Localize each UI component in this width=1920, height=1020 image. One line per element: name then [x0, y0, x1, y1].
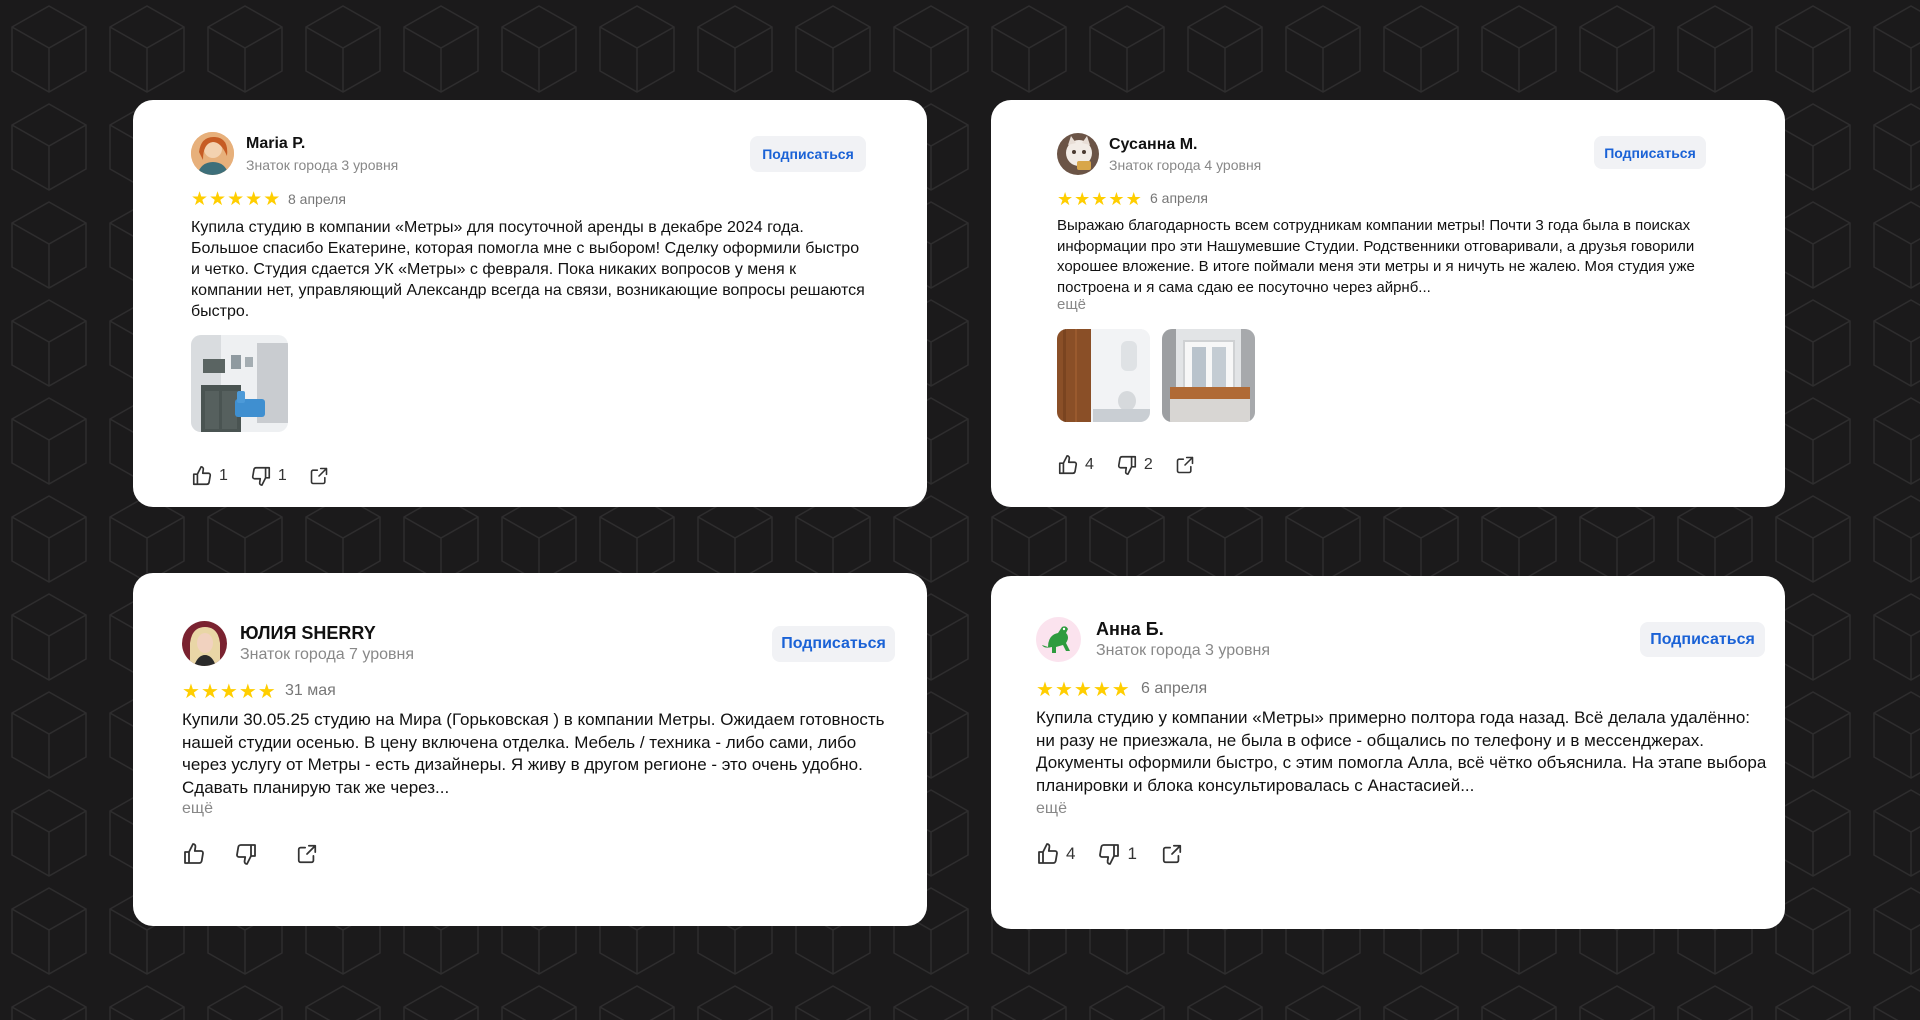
author-level: Знаток города 7 уровня	[240, 646, 415, 663]
star-icon: ★	[1108, 189, 1125, 209]
dislike-button[interactable]: 2	[1116, 454, 1153, 476]
author-level: Знаток города 3 уровня	[1096, 642, 1271, 659]
thumbs-down-icon	[1097, 842, 1121, 866]
dislike-count: 2	[1143, 456, 1153, 473]
like-button[interactable]: 4	[1057, 454, 1094, 476]
subscribe-button[interactable]: Подписаться	[772, 626, 895, 662]
star-icon: ★	[1092, 679, 1111, 701]
rating-stars: ★ ★ ★ ★ ★	[182, 682, 276, 702]
avatar[interactable]	[1036, 617, 1081, 662]
share-icon	[1175, 455, 1195, 475]
star-icon: ★	[238, 681, 257, 703]
review-date: 6 апреля	[1150, 190, 1208, 206]
star-icon: ★	[1073, 679, 1092, 701]
rating-stars: ★ ★ ★ ★ ★	[1057, 190, 1142, 208]
thumbs-down-icon	[1116, 454, 1138, 476]
thumbs-down-icon	[234, 842, 258, 866]
review-actions: 4 1	[1036, 842, 1183, 866]
star-icon: ★	[1057, 189, 1074, 209]
star-icon: ★	[1036, 679, 1054, 701]
review-text: Купила студию в компании «Метры» для пос…	[191, 219, 865, 320]
like-button[interactable]: 1	[191, 465, 228, 487]
review-actions: 4 2	[1057, 454, 1195, 476]
star-icon: ★	[182, 681, 200, 703]
review-text: Купила студию у компании «Метры» примерн…	[1036, 708, 1767, 795]
author-level: Знаток города 3 уровня	[246, 157, 399, 173]
dislike-count: 1	[277, 467, 287, 484]
dislike-button[interactable]	[234, 842, 264, 866]
rating-stars: ★ ★ ★ ★ ★	[191, 190, 280, 209]
review-text: Выражаю благодарность всем сотрудникам к…	[1057, 217, 1695, 296]
review-card: ЮЛИЯ SHERRY Знаток города 7 уровня Подпи…	[133, 573, 927, 926]
share-button[interactable]	[296, 843, 318, 865]
share-button[interactable]	[309, 466, 329, 486]
subscribe-button[interactable]: Подписаться	[750, 136, 866, 172]
star-icon: ★	[1054, 679, 1073, 701]
star-icon: ★	[1125, 189, 1142, 209]
author-name[interactable]: Анна Б.	[1096, 619, 1164, 640]
star-icon: ★	[209, 189, 227, 210]
bathroom-photo[interactable]	[1057, 329, 1150, 422]
review-card: Maria P. Знаток города 3 уровня Подписат…	[133, 100, 927, 507]
like-count: 1	[219, 467, 228, 484]
review-actions: 1 1	[191, 465, 329, 487]
subscribe-button[interactable]: Подписаться	[1640, 622, 1765, 657]
share-icon	[296, 843, 318, 865]
avatar[interactable]	[191, 132, 234, 175]
thumbs-up-icon	[1036, 842, 1060, 866]
star-icon: ★	[1111, 679, 1130, 701]
star-icon: ★	[200, 681, 219, 703]
more-link[interactable]: ещё	[1057, 296, 1086, 313]
share-icon	[1161, 843, 1183, 865]
star-icon: ★	[227, 189, 245, 210]
avatar[interactable]	[1057, 133, 1099, 175]
review-date: 6 апреля	[1141, 680, 1208, 697]
more-link[interactable]: ещё	[1036, 800, 1067, 818]
author-name[interactable]: Maria P.	[246, 135, 305, 153]
star-icon: ★	[219, 681, 238, 703]
rating-stars: ★ ★ ★ ★ ★	[1036, 680, 1130, 700]
like-count: 4	[1066, 844, 1076, 863]
author-level: Знаток города 4 уровня	[1109, 157, 1262, 173]
star-icon: ★	[1091, 189, 1108, 209]
star-icon: ★	[263, 189, 281, 210]
star-icon: ★	[191, 189, 209, 210]
author-name[interactable]: ЮЛИЯ SHERRY	[240, 623, 376, 644]
star-icon: ★	[245, 189, 263, 210]
more-link[interactable]: ещё	[182, 800, 213, 818]
window-room-photo[interactable]	[1162, 329, 1255, 422]
dislike-count: 1	[1127, 844, 1137, 863]
subscribe-button[interactable]: Подписаться	[1594, 136, 1706, 169]
thumbs-down-icon	[250, 465, 272, 487]
review-date: 8 апреля	[288, 191, 346, 207]
review-card: Анна Б. Знаток города 3 уровня Подписать…	[991, 576, 1785, 929]
share-icon	[309, 466, 329, 486]
like-count: 4	[1085, 456, 1094, 473]
share-button[interactable]	[1175, 455, 1195, 475]
dislike-button[interactable]: 1	[250, 465, 287, 487]
star-icon: ★	[1074, 189, 1091, 209]
author-name[interactable]: Сусанна М.	[1109, 136, 1198, 154]
dislike-button[interactable]: 1	[1097, 842, 1137, 866]
like-button[interactable]	[182, 842, 212, 866]
avatar[interactable]	[182, 621, 227, 666]
review-date: 31 мая	[285, 682, 336, 699]
star-icon: ★	[257, 681, 276, 703]
thumbs-up-icon	[182, 842, 206, 866]
thumbs-up-icon	[1057, 454, 1079, 476]
review-actions	[182, 842, 318, 866]
review-text: Купили 30.05.25 студию на Мира (Горьковс…	[182, 710, 885, 797]
review-card: Сусанна М. Знаток города 4 уровня Подпис…	[991, 100, 1785, 507]
like-button[interactable]: 4	[1036, 842, 1075, 866]
share-button[interactable]	[1161, 843, 1183, 865]
thumbs-up-icon	[191, 465, 213, 487]
kitchen-studio-photo[interactable]	[191, 335, 288, 432]
